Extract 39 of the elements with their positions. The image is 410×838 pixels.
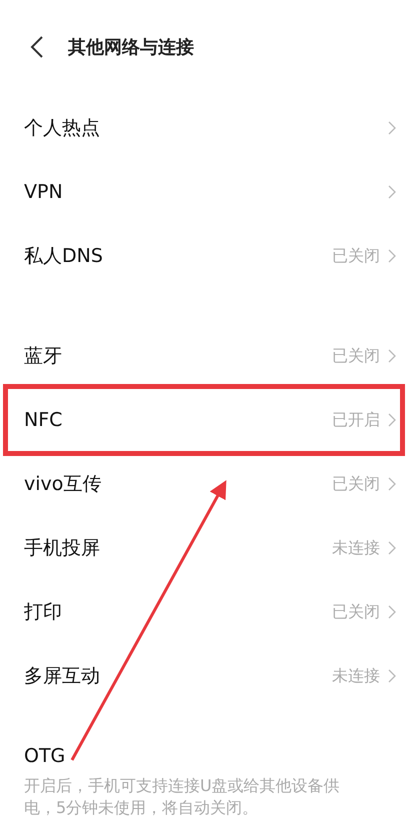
row-label: 手机投屏 (24, 536, 101, 561)
row-status: 已开启 (332, 409, 380, 431)
chevron-icon (388, 249, 396, 263)
settings-row[interactable]: 多屏互动 未连接 (0, 644, 410, 708)
row-label: VPN (24, 180, 64, 205)
row-status: 未连接 (332, 665, 380, 687)
row-label: 多屏互动 (24, 664, 101, 689)
page-title: 其他网络与连接 (68, 36, 194, 60)
chevron-icon (388, 541, 396, 555)
chevron-icon (388, 605, 396, 619)
row-status: 未连接 (332, 537, 380, 559)
row-label: 个人热点 (24, 116, 101, 141)
row-status: 已关闭 (332, 345, 380, 367)
row-status: 已关闭 (332, 601, 380, 623)
settings-row[interactable]: 打印 已关闭 (0, 580, 410, 644)
chevron-icon (388, 349, 396, 363)
row-status: 已关闭 (332, 473, 380, 495)
settings-row[interactable]: VPN (0, 160, 410, 224)
otg-description: 开启后，手机可支持连接U盘或给其他设备供电，5分钟未使用，将自动关闭。 (24, 774, 341, 818)
settings-row[interactable]: 私人DNS 已关闭 (0, 224, 410, 288)
chevron-icon (388, 477, 396, 491)
settings-row[interactable]: 蓝牙 已关闭 (0, 324, 410, 388)
row-label: 打印 (24, 600, 63, 625)
chevron-icon (388, 185, 396, 199)
otg-label: OTG (24, 744, 66, 769)
settings-row[interactable]: vivo互传 已关闭 (0, 452, 410, 516)
row-label: 蓝牙 (24, 344, 63, 369)
row-label: vivo互传 (24, 472, 102, 497)
chevron-icon (388, 669, 396, 683)
chevron-icon (388, 413, 396, 427)
settings-row[interactable]: NFC 已开启 (0, 388, 410, 452)
settings-row[interactable]: 个人热点 (0, 96, 410, 160)
settings-row[interactable]: 手机投屏 未连接 (0, 516, 410, 580)
otg-item[interactable]: OTG 开启后，手机可支持连接U盘或给其他设备供电，5分钟未使用，将自动关闭。 (0, 726, 410, 818)
row-label: 私人DNS (24, 244, 104, 269)
row-status: 已关闭 (332, 245, 380, 267)
back-icon[interactable] (30, 36, 44, 58)
chevron-icon (388, 121, 396, 135)
row-label: NFC (24, 408, 64, 433)
